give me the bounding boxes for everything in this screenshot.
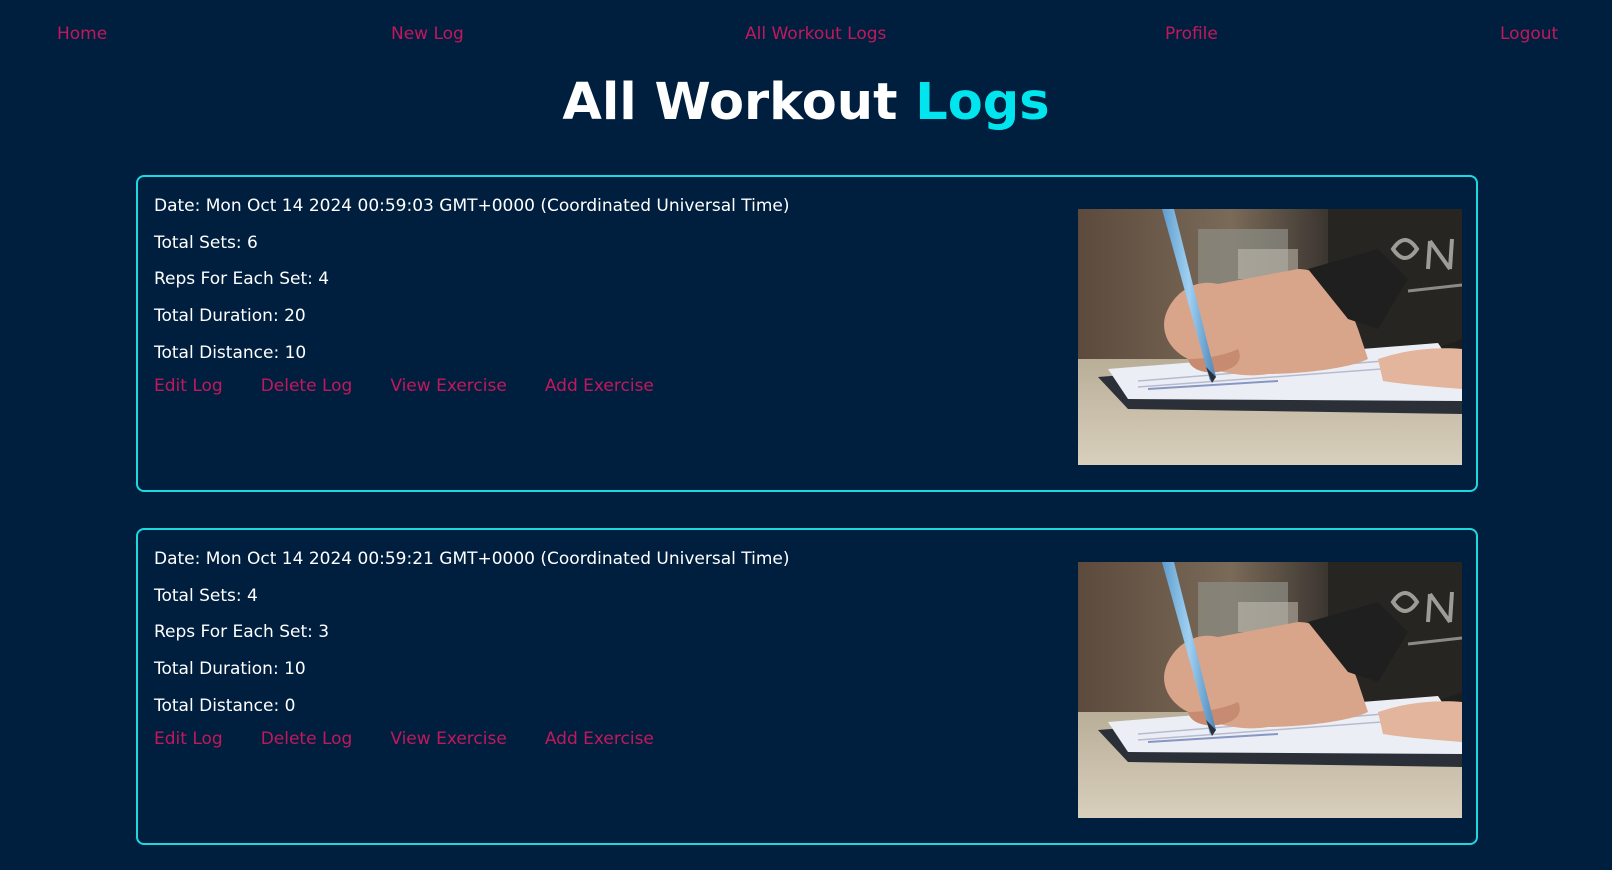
edit-log-link[interactable]: Edit Log xyxy=(154,729,223,749)
log-total-distance: Total Distance: 0 xyxy=(154,695,296,716)
workout-log-card: Date: Mon Oct 14 2024 00:59:03 GMT+0000 … xyxy=(136,175,1478,492)
add-exercise-link[interactable]: Add Exercise xyxy=(545,729,654,749)
page-title-main: All Workout xyxy=(562,73,898,132)
log-total-sets: Total Sets: 6 xyxy=(154,232,258,253)
top-nav: Home New Log All Workout Logs Profile Lo… xyxy=(0,0,1612,70)
log-photo xyxy=(1078,562,1462,818)
workout-log-card: Date: Mon Oct 14 2024 00:59:21 GMT+0000 … xyxy=(136,528,1478,845)
view-exercise-link[interactable]: View Exercise xyxy=(390,729,507,749)
page-title-accent: Logs xyxy=(915,73,1050,132)
page-title: All Workout Logs xyxy=(0,72,1612,134)
delete-log-link[interactable]: Delete Log xyxy=(261,729,353,749)
log-date: Date: Mon Oct 14 2024 00:59:21 GMT+0000 … xyxy=(154,549,790,569)
hand-writing-in-notebook-photo xyxy=(1078,562,1462,818)
log-details: Date: Mon Oct 14 2024 00:59:21 GMT+0000 … xyxy=(154,548,790,749)
nav-new-log-link[interactable]: New Log xyxy=(391,24,464,44)
log-actions: Edit Log Delete Log View Exercise Add Ex… xyxy=(154,729,790,749)
delete-log-link[interactable]: Delete Log xyxy=(261,376,353,396)
log-total-duration: Total Duration: 20 xyxy=(154,306,306,327)
log-total-distance: Total Distance: 10 xyxy=(154,342,307,363)
log-actions: Edit Log Delete Log View Exercise Add Ex… xyxy=(154,376,790,396)
log-total-duration: Total Duration: 10 xyxy=(154,659,306,680)
add-exercise-link[interactable]: Add Exercise xyxy=(545,376,654,396)
log-reps-per-set: Reps For Each Set: 4 xyxy=(154,269,330,290)
log-date: Date: Mon Oct 14 2024 00:59:03 GMT+0000 … xyxy=(154,196,790,216)
view-exercise-link[interactable]: View Exercise xyxy=(390,376,507,396)
nav-all-logs-link[interactable]: All Workout Logs xyxy=(745,24,886,44)
log-total-sets: Total Sets: 4 xyxy=(154,585,258,606)
nav-logout-link[interactable]: Logout xyxy=(1500,24,1558,44)
nav-home-link[interactable]: Home xyxy=(57,24,107,44)
hand-writing-in-notebook-photo xyxy=(1078,209,1462,465)
log-details: Date: Mon Oct 14 2024 00:59:03 GMT+0000 … xyxy=(154,195,790,396)
log-reps-per-set: Reps For Each Set: 3 xyxy=(154,622,330,643)
nav-profile-link[interactable]: Profile xyxy=(1165,24,1218,44)
log-photo xyxy=(1078,209,1462,465)
edit-log-link[interactable]: Edit Log xyxy=(154,376,223,396)
